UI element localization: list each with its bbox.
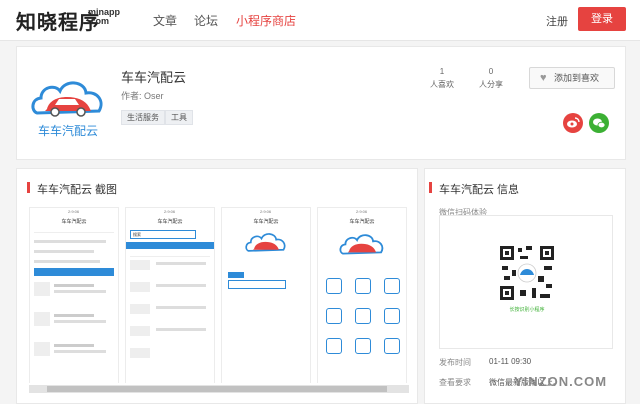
- screenshots-panel: 车车汽配云 截图 2:9:06 车车汽配云 2:9:06 车车汽配云 搜索 2:…: [16, 168, 418, 404]
- likes-count: 1: [439, 67, 445, 76]
- requirement-label: 查看要求: [439, 378, 471, 387]
- app-title: 车车汽配云: [121, 70, 187, 85]
- nav-articles[interactable]: 文章: [153, 12, 177, 29]
- weibo-share-button[interactable]: [563, 113, 583, 133]
- app-author: 作者: Oser: [121, 91, 164, 101]
- watermark: YINZON.COM: [514, 374, 608, 389]
- publish-time-label: 发布时间: [439, 358, 471, 367]
- qr-caption: 长按识别小程序: [509, 307, 545, 313]
- signup-link[interactable]: 注册: [546, 13, 568, 29]
- category-tag-lifestyle[interactable]: 生活服务: [121, 110, 165, 125]
- qr-code-box: 长按识别小程序: [439, 215, 613, 349]
- site-logo-domain: minapp .com: [88, 7, 121, 26]
- category-tag-tools[interactable]: 工具: [165, 110, 193, 125]
- cloud-car-icon: [339, 234, 384, 255]
- add-to-favorites-button[interactable]: ♥ 添加到喜欢: [529, 67, 615, 89]
- qr-code-icon: [498, 244, 556, 302]
- add-to-favorites-label: 添加到喜欢: [554, 73, 600, 83]
- wechat-icon: [593, 118, 606, 129]
- app-logo-text: 车车汽配云: [38, 123, 98, 138]
- nav-mini-program-store[interactable]: 小程序商店: [236, 12, 296, 29]
- screenshot-3[interactable]: 2:9:06 车车汽配云: [221, 207, 311, 383]
- cloud-car-icon: 车车汽配云: [31, 81, 103, 138]
- wechat-share-button[interactable]: [589, 113, 609, 133]
- screenshot-carousel[interactable]: 2:9:06 车车汽配云 2:9:06 车车汽配云 搜索 2:9:06 车车汽配…: [29, 207, 409, 383]
- shares-label: 人分享: [479, 80, 503, 89]
- top-navigation-bar: 知晓程序 minapp .com 文章 论坛 小程序商店 注册 登录: [0, 0, 640, 41]
- cloud-car-icon: [245, 233, 286, 252]
- app-header-card: 车车汽配云 车车汽配云 作者: Oser 生活服务 工具 1 人喜欢 0 人分享…: [16, 46, 626, 160]
- heart-icon: ♥: [540, 72, 547, 84]
- app-info-panel: 车车汽配云 信息 微信扫码体验 长按识别小程序 发布时间 01-11 09:30…: [424, 168, 626, 404]
- scrollbar-thumb[interactable]: [47, 386, 387, 392]
- app-logo: 车车汽配云: [29, 67, 107, 145]
- screenshot-4[interactable]: 2:9:06 车车汽配云: [317, 207, 407, 383]
- weibo-icon: [567, 117, 580, 128]
- nav-forum[interactable]: 论坛: [194, 12, 218, 29]
- publish-time-value: 01-11 09:30: [489, 357, 532, 366]
- screenshots-scrollbar[interactable]: [29, 385, 409, 393]
- screenshot-2[interactable]: 2:9:06 车车汽配云 搜索: [125, 207, 215, 383]
- screenshot-title: 车车汽配云: [61, 219, 87, 225]
- shares-count: 0: [488, 67, 494, 76]
- screenshot-1[interactable]: 2:9:06 车车汽配云: [29, 207, 119, 383]
- likes-label: 人喜欢: [430, 80, 454, 89]
- login-button[interactable]: 登录: [578, 7, 626, 31]
